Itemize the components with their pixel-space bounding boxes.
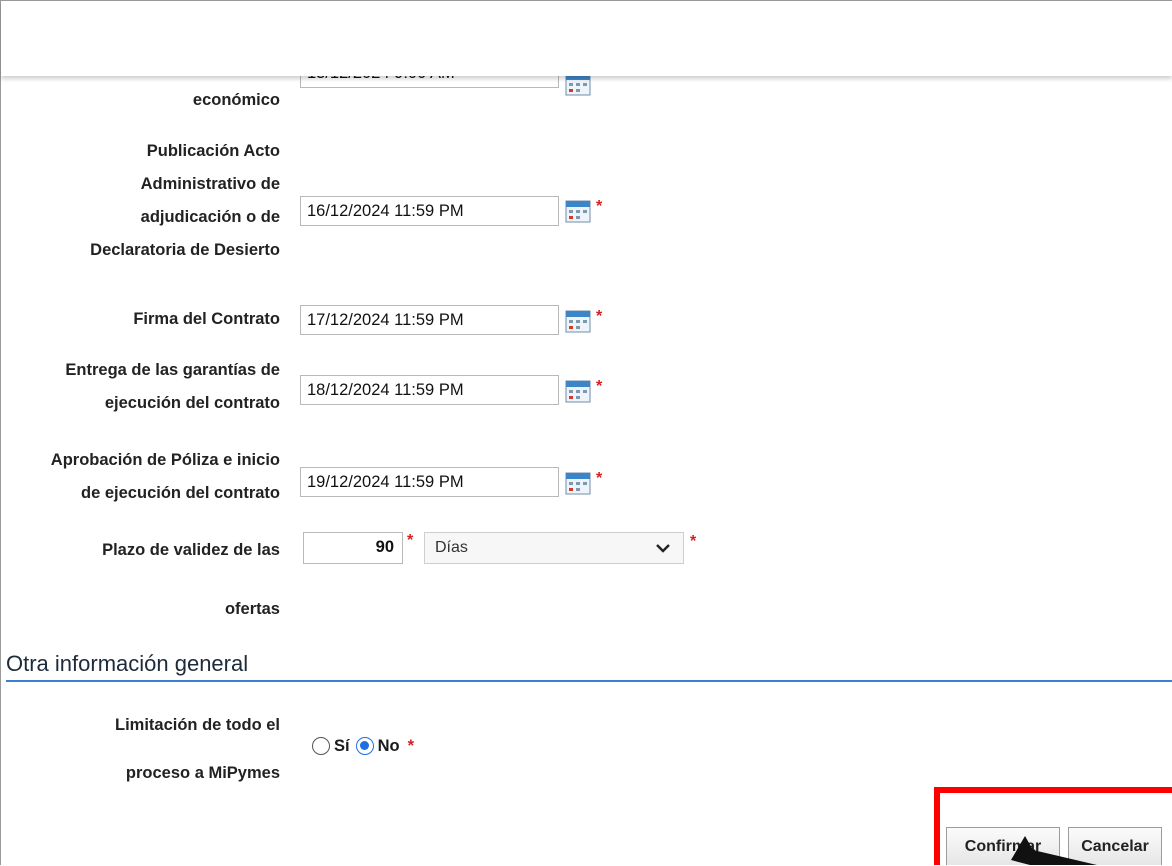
validity-unit-select[interactable]: Días [424,532,684,564]
section-divider [6,680,1172,682]
date-input-publicacion[interactable]: 16/12/2024 11:59 PM [300,196,559,226]
required-mark: * [407,532,414,549]
label-aprobacion-poliza: Aprobación de Póliza e inicio de ejecuci… [50,451,280,502]
calendar-icon[interactable] [565,377,591,403]
required-mark: * [596,378,603,395]
radio-yes-label[interactable]: Sí [334,737,350,756]
required-mark: * [596,198,603,215]
label-plazo-validez: Plazo de validez de las ofertas [102,541,280,618]
section-title: Otra información general [6,651,249,676]
required-mark: * [596,308,603,325]
window-left-border [0,0,1,865]
calendar-icon[interactable] [565,197,591,223]
radio-no[interactable] [355,737,374,755]
label-firma-contrato: Firma del Contrato [133,310,280,328]
date-input-firma[interactable]: 17/12/2024 11:59 PM [300,305,559,335]
label-economico: económico [192,91,280,109]
label-limitacion-mipymes: Limitación de todo el proceso a MiPymes [114,716,280,782]
validity-days-input[interactable]: 90 [303,532,403,564]
label-entrega-garantias: Entrega de las garantías de ejecución de… [65,361,280,412]
validity-unit-value: Días [435,539,468,556]
label-publicacion-acto: Publicación Acto Administrativo de adjud… [90,142,280,259]
date-input-poliza[interactable]: 19/12/2024 11:59 PM [300,467,559,497]
mouse-pointer-icon [1011,836,1097,865]
calendar-icon[interactable] [565,307,591,333]
calendar-icon[interactable] [565,469,591,495]
required-mark: * [596,470,603,487]
header-bar [1,1,1172,76]
chevron-down-icon [656,544,670,553]
required-mark: * [407,736,415,755]
date-input-garantias[interactable]: 18/12/2024 11:59 PM [300,375,559,405]
radio-yes[interactable] [312,737,330,755]
radio-no-label[interactable]: No [378,737,400,756]
required-mark: * [690,533,697,550]
mipymes-radio-group: Sí No * [312,733,414,759]
